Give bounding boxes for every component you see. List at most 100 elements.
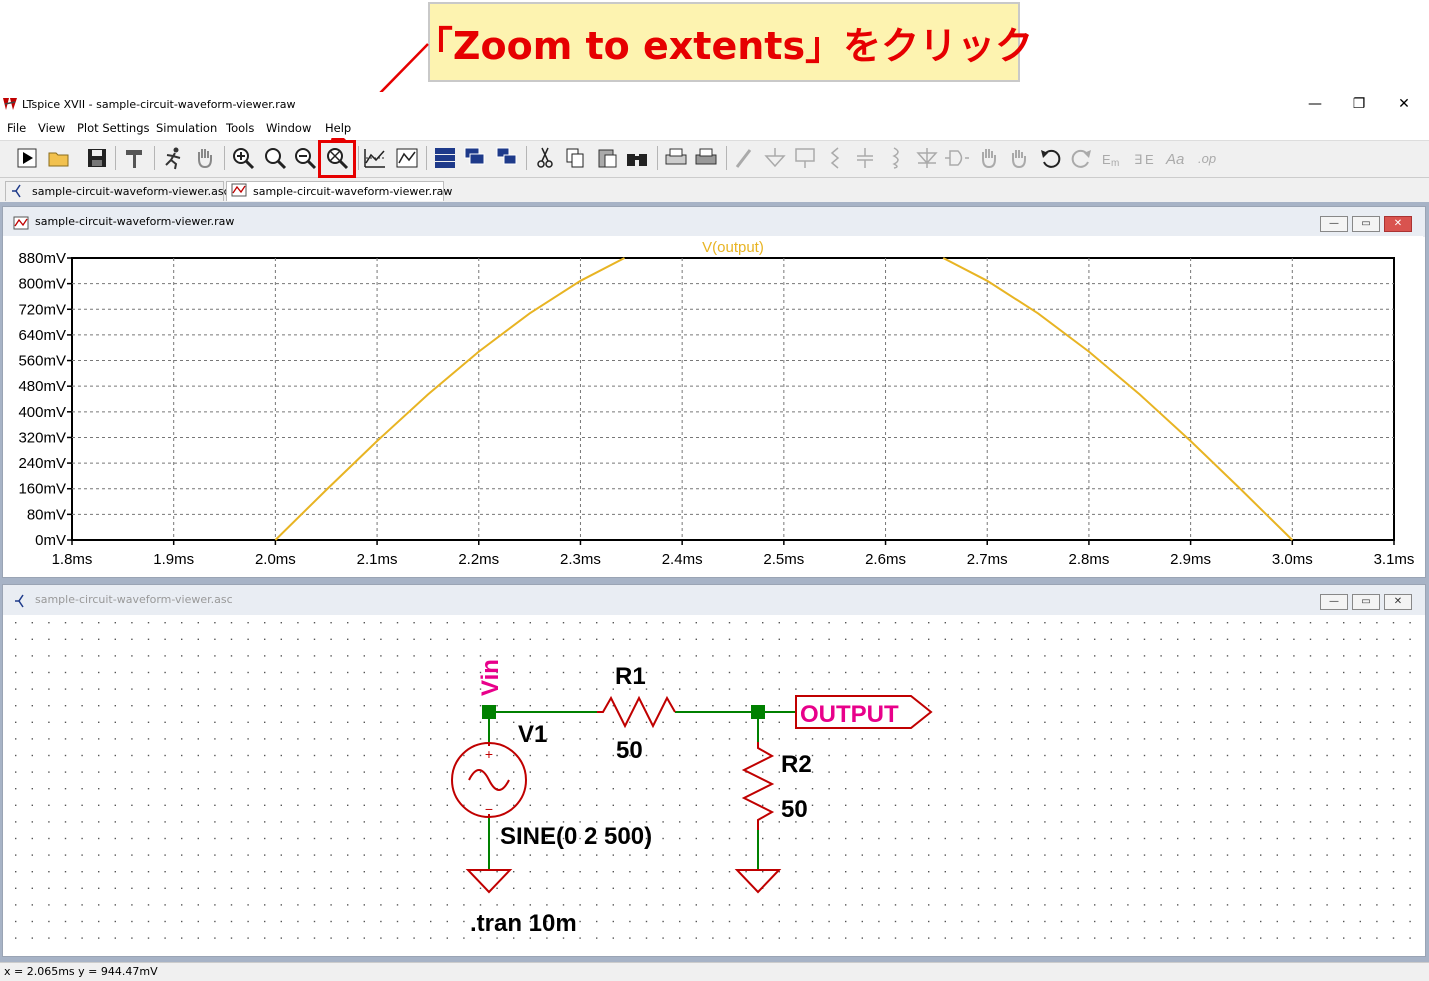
copy-icon[interactable] bbox=[562, 145, 588, 171]
v1-minus-sign: − bbox=[485, 801, 493, 817]
capacitor-icon bbox=[857, 148, 873, 168]
x-tick-label: 2.8ms bbox=[1068, 551, 1109, 568]
x-tick-label: 2.2ms bbox=[458, 551, 499, 568]
ground-icon bbox=[764, 148, 786, 168]
tab-waveform[interactable]: sample-circuit-waveform-viewer.raw bbox=[226, 181, 452, 201]
waveform-restore-button[interactable]: ▭ bbox=[1352, 216, 1380, 232]
svg-text:E: E bbox=[1102, 152, 1111, 167]
save-icon[interactable] bbox=[84, 145, 110, 171]
y-tick-label: 0mV bbox=[35, 532, 66, 549]
output-label: OUTPUT bbox=[800, 701, 899, 728]
plot-pane-icon[interactable] bbox=[394, 145, 420, 171]
tran-directive[interactable]: .tran 10m bbox=[470, 910, 577, 937]
hammer-icon[interactable] bbox=[122, 145, 148, 171]
menu-view[interactable]: View bbox=[38, 121, 65, 135]
y-tick-label: 880mV bbox=[18, 250, 66, 267]
menu-plot-settings[interactable]: Plot Settings bbox=[77, 121, 150, 135]
hand-icon[interactable] bbox=[192, 145, 218, 171]
component-icon bbox=[945, 150, 969, 166]
x-tick-label: 2.5ms bbox=[763, 551, 804, 568]
v1-label[interactable]: V1 bbox=[518, 721, 547, 748]
vin-net-label[interactable]: Vin bbox=[477, 659, 504, 696]
r2-value[interactable]: 50 bbox=[781, 796, 808, 823]
mirror-icon: ∃ E bbox=[1134, 152, 1154, 167]
tab-waveform-label: sample-circuit-waveform-viewer.raw bbox=[253, 185, 453, 198]
schematic-restore-button[interactable]: ▭ bbox=[1352, 594, 1380, 610]
zoom-area-icon[interactable] bbox=[262, 145, 288, 171]
text-icon: Aa bbox=[1165, 151, 1184, 168]
paste-icon[interactable] bbox=[594, 145, 620, 171]
v1-plus-sign: + bbox=[485, 746, 493, 762]
x-tick-label: 1.9ms bbox=[153, 551, 194, 568]
diode-icon bbox=[916, 148, 938, 168]
x-tick-label: 2.0ms bbox=[255, 551, 296, 568]
r1-value[interactable]: 50 bbox=[616, 737, 643, 764]
schematic-grid-dots bbox=[15, 622, 1411, 939]
trace-label[interactable]: V(output) bbox=[702, 239, 764, 256]
svg-text:Aa: Aa bbox=[1165, 151, 1184, 168]
tab-schematic[interactable]: sample-circuit-waveform-viewer.asc bbox=[5, 181, 230, 201]
minimize-button[interactable]: — bbox=[1302, 94, 1328, 114]
y-tick-label: 560mV bbox=[18, 353, 66, 370]
zoom-to-extents-highlight bbox=[318, 140, 356, 178]
svg-text:m: m bbox=[1111, 158, 1119, 169]
schematic-canvas[interactable]: + − OUTPUT Vin V1 R1 50 R2 50 SINE(0 2 5… bbox=[11, 616, 1419, 948]
x-tick-label: 2.9ms bbox=[1170, 551, 1211, 568]
schematic-window-icon bbox=[15, 594, 24, 608]
toolbar-separator bbox=[726, 146, 727, 170]
undo-icon[interactable] bbox=[1038, 145, 1064, 171]
toolbar-separator bbox=[526, 146, 527, 170]
x-tick-label: 2.1ms bbox=[357, 551, 398, 568]
run-man-icon[interactable] bbox=[160, 145, 186, 171]
x-tick-label: 2.4ms bbox=[662, 551, 703, 568]
waveform-close-button[interactable]: ✕ bbox=[1384, 216, 1412, 232]
node-output bbox=[751, 705, 765, 719]
schematic-tab-icon bbox=[12, 184, 21, 198]
y-tick-label: 800mV bbox=[18, 276, 66, 293]
open-folder-icon[interactable] bbox=[46, 145, 72, 171]
print-icon[interactable] bbox=[663, 145, 689, 171]
waveform-plot[interactable]: 0mV 80mV 160mV 240mV 320mV 400mV 480mV 560mV 640… bbox=[3, 236, 1423, 576]
v1-value[interactable]: SINE(0 2 500) bbox=[500, 823, 652, 850]
waveform-minimize-button[interactable]: — bbox=[1320, 216, 1348, 232]
window-title: LTspice XVII - sample-circuit-waveform-v… bbox=[22, 98, 296, 111]
print-setup-icon[interactable] bbox=[693, 145, 719, 171]
close-button[interactable]: ✕ bbox=[1391, 94, 1417, 114]
zoom-out-icon[interactable] bbox=[292, 145, 318, 171]
inductor-icon bbox=[892, 147, 899, 169]
menu-window[interactable]: Window bbox=[266, 121, 311, 135]
tile-horizontal-icon[interactable] bbox=[432, 145, 458, 171]
run-icon[interactable] bbox=[14, 145, 40, 171]
cascade-icon[interactable] bbox=[462, 145, 488, 171]
spice-directive-icon: .op bbox=[1198, 151, 1216, 166]
svg-text:.op: .op bbox=[1198, 151, 1216, 166]
y-tick-label: 320mV bbox=[18, 429, 66, 446]
y-tick-label: 80mV bbox=[27, 506, 66, 523]
menu-tools[interactable]: Tools bbox=[226, 121, 254, 135]
redo-icon bbox=[1071, 149, 1091, 168]
restore-button[interactable]: ❐ bbox=[1346, 94, 1372, 114]
ground-2-icon bbox=[734, 869, 782, 894]
menu-help[interactable]: Help bbox=[325, 121, 351, 135]
y-tick-label: 400mV bbox=[18, 404, 66, 421]
y-tick-label: 240mV bbox=[18, 455, 66, 472]
node-vin bbox=[482, 705, 496, 719]
r1-label[interactable]: R1 bbox=[615, 663, 646, 690]
x-tick-label: 3.1ms bbox=[1374, 551, 1415, 568]
svg-text:∃: ∃ bbox=[1134, 152, 1142, 167]
arrange-icon[interactable] bbox=[494, 145, 520, 171]
menu-simulation[interactable]: Simulation bbox=[156, 121, 217, 135]
autorange-icon[interactable] bbox=[362, 145, 388, 171]
move-hand-icon bbox=[982, 149, 996, 169]
menu-file[interactable]: File bbox=[7, 121, 26, 135]
schematic-minimize-button[interactable]: — bbox=[1320, 594, 1348, 610]
toolbar-separator bbox=[426, 146, 427, 170]
toolbar-separator bbox=[358, 146, 359, 170]
find-icon[interactable] bbox=[624, 145, 650, 171]
cut-icon[interactable] bbox=[532, 145, 558, 171]
zoom-in-icon[interactable] bbox=[230, 145, 256, 171]
schematic-close-button[interactable]: ✕ bbox=[1384, 594, 1412, 610]
r2-label[interactable]: R2 bbox=[781, 751, 812, 778]
resistor-r2[interactable] bbox=[741, 742, 775, 830]
y-tick-label: 160mV bbox=[18, 481, 66, 498]
